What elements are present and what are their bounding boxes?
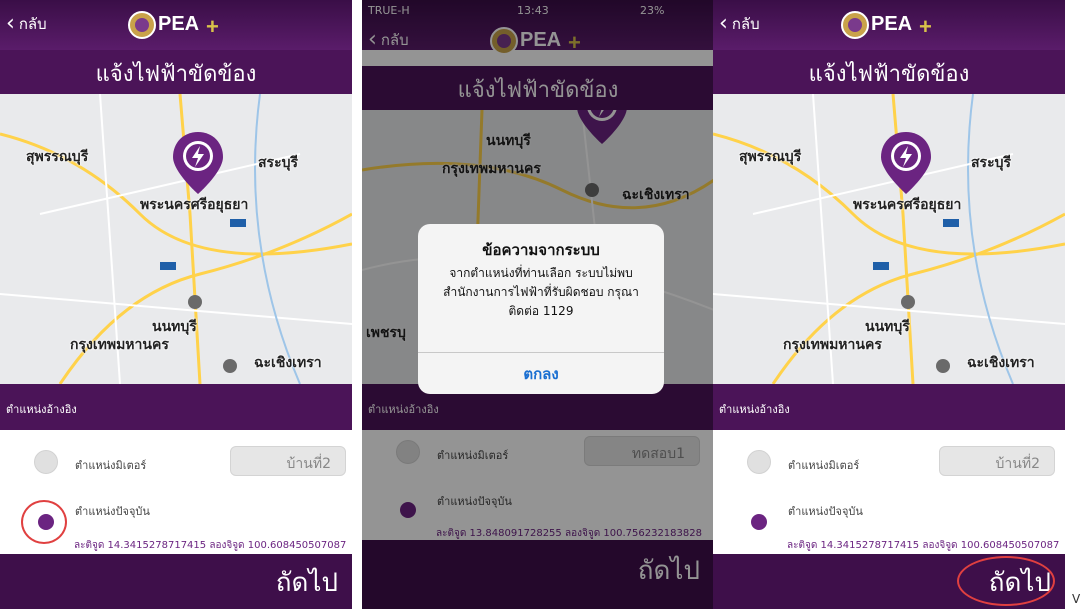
coordinates-text: ละติจูด 14.3415278717415 ลองจิจูด 100.60… bbox=[74, 540, 347, 551]
screen-1: ‹ กลับ PEA + แจ้งไฟฟ้าขัดข้อง สุพรรณบุรี… bbox=[0, 0, 352, 609]
map-label-chachoengsao: ฉะเชิงเทรา bbox=[967, 355, 1035, 371]
page-title: แจ้งไฟฟ้าขัดข้อง bbox=[808, 62, 970, 87]
meter-select[interactable]: บ้านที่2 bbox=[230, 446, 346, 476]
reference-label: ตำแหน่งอ้างอิง bbox=[6, 403, 77, 416]
next-button[interactable]: ถัดไป bbox=[276, 562, 338, 603]
current-location-label: ตำแหน่งปัจจุบัน bbox=[75, 505, 150, 518]
meter-label: ตำแหน่งมิเตอร์ bbox=[788, 459, 860, 472]
current-location-radio[interactable] bbox=[747, 510, 771, 534]
svg-text:PEA: PEA bbox=[158, 13, 199, 35]
location-pin-icon bbox=[173, 132, 223, 194]
back-button[interactable]: ‹ กลับ bbox=[6, 12, 47, 36]
trailing-glyph: V bbox=[1072, 592, 1081, 606]
map-view[interactable]: สุพรรณบุรี สระบุรี พระนครศรีอยุธยา นนทบุ… bbox=[0, 94, 352, 384]
highlight-circle bbox=[957, 556, 1055, 606]
reference-bar: ตำแหน่งอ้างอิง bbox=[0, 384, 352, 430]
dialog-message: จากตำแหน่งที่ท่านเลือก ระบบไม่พบสำนักงาน… bbox=[443, 266, 639, 318]
highlight-circle bbox=[21, 500, 67, 544]
screen-2: TRUE-H 13:43 23% ‹ กลับ PEA + แจ้งไฟฟ้าข… bbox=[362, 0, 714, 609]
dialog-ok-button[interactable]: ตกลง bbox=[418, 362, 664, 386]
map-label-bangkok: กรุงเทพมหานคร bbox=[70, 337, 169, 353]
map-view[interactable]: สุพรรณบุรี สระบุรี พระนครศรีอยุธยา นนทบุ… bbox=[713, 94, 1065, 384]
alert-dialog: ข้อความจากระบบ จากตำแหน่งที่ท่านเลือก ระ… bbox=[418, 224, 664, 394]
map-label-saraburi: สระบุรี bbox=[258, 155, 298, 171]
reference-label: ตำแหน่งอ้างอิง bbox=[719, 403, 790, 416]
footer-bar: ถัดไป bbox=[0, 554, 352, 609]
map-label-bangkok: กรุงเทพมหานคร bbox=[783, 337, 882, 353]
location-pin-icon bbox=[881, 132, 931, 194]
chevron-left-icon: ‹ bbox=[719, 11, 728, 36]
dialog-title: ข้อความจากระบบ bbox=[482, 241, 600, 259]
meter-select[interactable]: บ้านที่2 bbox=[939, 446, 1055, 476]
map-label-suphanburi: สุพรรณบุรี bbox=[26, 149, 89, 165]
chevron-left-icon: ‹ bbox=[6, 11, 15, 36]
map-label-ayutthaya: พระนครศรีอยุธยา bbox=[140, 197, 249, 213]
meter-radio[interactable] bbox=[747, 450, 771, 474]
dialog-divider bbox=[418, 352, 664, 353]
pea-smart-plus-logo: PEA + bbox=[128, 11, 219, 39]
page-title: แจ้งไฟฟ้าขัดข้อง bbox=[95, 62, 257, 87]
svg-text:PEA: PEA bbox=[871, 13, 912, 35]
back-button[interactable]: ‹ กลับ bbox=[719, 12, 760, 36]
screen-3: ‹ กลับ PEA + แจ้งไฟฟ้าขัดข้อง สุพรรณบุรี… bbox=[713, 0, 1065, 609]
coordinates-text: ละติจูด 14.3415278717415 ลองจิจูด 100.60… bbox=[787, 540, 1060, 551]
pea-smart-plus-logo: PEA + bbox=[841, 11, 932, 39]
map-label-chachoengsao: ฉะเชิงเทรา bbox=[254, 355, 322, 371]
back-label: กลับ bbox=[18, 15, 47, 33]
map-label-saraburi: สระบุรี bbox=[971, 155, 1011, 171]
svg-text:+: + bbox=[919, 14, 932, 39]
meter-radio[interactable] bbox=[34, 450, 58, 474]
map-label-suphanburi: สุพรรณบุรี bbox=[739, 149, 802, 165]
svg-text:+: + bbox=[206, 14, 219, 39]
meter-label: ตำแหน่งมิเตอร์ bbox=[75, 459, 147, 472]
map-label-ayutthaya: พระนครศรีอยุธยา bbox=[853, 197, 962, 213]
reference-bar: ตำแหน่งอ้างอิง bbox=[713, 384, 1065, 430]
current-location-label: ตำแหน่งปัจจุบัน bbox=[788, 505, 863, 518]
back-label: กลับ bbox=[731, 15, 760, 33]
